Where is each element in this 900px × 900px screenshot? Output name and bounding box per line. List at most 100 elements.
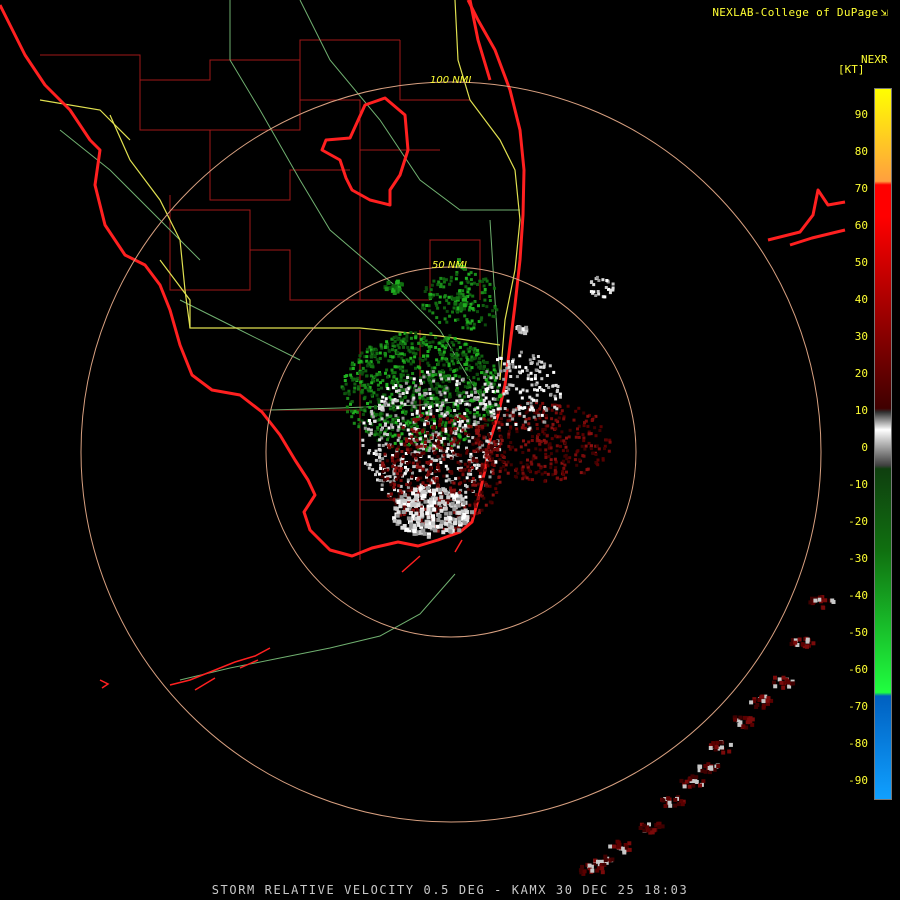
echo-pixel	[490, 463, 494, 467]
echo-pixel	[475, 362, 479, 366]
echo-pixel	[449, 431, 453, 435]
echo-pixel	[554, 466, 558, 470]
echo-pixel	[406, 428, 410, 432]
echo-pixel	[423, 423, 427, 427]
echo-pixel	[463, 314, 467, 318]
echo-pixel	[471, 456, 475, 460]
echo-pixel	[468, 411, 472, 415]
echo-pixel	[487, 400, 491, 404]
echo-pixel	[553, 394, 557, 398]
echo-pixel	[668, 803, 673, 808]
echo-pixel	[375, 393, 379, 397]
echo-pixel	[363, 405, 367, 409]
echo-pixel	[596, 859, 600, 864]
echo-pixel	[426, 431, 430, 435]
echo-pixel	[427, 439, 431, 443]
echo-pixel	[446, 501, 450, 505]
echo-pixel	[527, 440, 531, 444]
echo-pixel	[558, 395, 562, 399]
echo-pixel	[582, 869, 587, 874]
echo-pixel	[426, 354, 430, 358]
echo-pixel	[420, 522, 425, 527]
echo-pixel	[389, 359, 393, 363]
echo-pixel	[426, 361, 430, 365]
echo-pixel	[455, 383, 459, 387]
echo-pixel	[399, 473, 403, 477]
echo-pixel	[458, 400, 462, 404]
echo-pixel	[401, 455, 405, 459]
echo-pixel	[468, 503, 472, 507]
echo-pixel	[599, 425, 603, 429]
echo-pixel	[642, 828, 647, 833]
echo-pixel	[359, 408, 363, 412]
echo-pixel	[369, 389, 373, 393]
echo-pixel	[466, 326, 470, 330]
echo-pixel	[415, 409, 419, 413]
echo-pixel	[378, 403, 381, 407]
echo-pixel	[583, 447, 587, 451]
echo-pixel	[461, 415, 465, 419]
echo-pixel	[418, 392, 422, 396]
echo-pixel	[438, 350, 442, 354]
echo-pixel	[496, 358, 499, 362]
echo-pixel	[419, 508, 424, 513]
echo-pixel	[495, 447, 499, 451]
echo-pixel	[537, 413, 541, 417]
echo-pixel	[357, 418, 361, 422]
echo-pixel	[409, 331, 413, 334]
echo-pixel	[596, 458, 600, 462]
echo-pixel	[544, 414, 548, 418]
echo-pixel	[521, 465, 525, 469]
echo-pixel	[741, 724, 746, 729]
echo-pixel	[468, 479, 472, 482]
echo-pixel	[412, 381, 416, 385]
echo-pixel	[376, 426, 380, 430]
echo-pixel	[466, 419, 470, 423]
echo-pixel	[491, 493, 495, 497]
echo-pixel	[401, 416, 405, 420]
echo-pixel	[466, 376, 470, 379]
echo-pixel	[429, 412, 433, 416]
echo-pixel	[426, 350, 430, 353]
echo-pixel	[404, 465, 407, 469]
echo-pixel	[455, 272, 459, 276]
echo-pixel	[396, 438, 400, 442]
echo-pixel	[396, 380, 400, 384]
echo-pixel	[378, 459, 382, 463]
echo-pixel	[451, 377, 455, 381]
echo-pixel	[369, 400, 372, 404]
echo-pixel	[463, 423, 467, 427]
echo-pixel	[392, 486, 396, 490]
echo-pixel	[344, 382, 348, 386]
echo-pixel	[429, 460, 433, 464]
echo-pixel	[383, 346, 387, 349]
echo-pixel	[559, 478, 563, 482]
scale-tick-label: -40	[848, 589, 868, 602]
echo-pixel	[449, 353, 453, 357]
echo-pixel	[474, 441, 478, 445]
echo-pixel	[497, 475, 501, 479]
echo-pixel	[380, 483, 384, 487]
echo-pixel	[365, 364, 369, 368]
echo-pixel	[434, 373, 438, 377]
echo-pixel	[750, 722, 755, 727]
echo-pixel	[459, 481, 463, 485]
echo-pixel	[470, 393, 473, 397]
echo-pixel	[422, 451, 426, 455]
scale-tick-label: -20	[848, 515, 868, 528]
echo-pixel	[603, 447, 606, 451]
echo-pixel	[448, 392, 452, 396]
echo-pixel	[520, 396, 524, 400]
echo-pixel	[436, 306, 440, 310]
echo-pixel	[538, 448, 542, 452]
echo-pixel	[476, 283, 479, 286]
echo-pixel	[465, 391, 469, 395]
echo-pixel	[511, 365, 515, 369]
echo-pixel	[462, 350, 466, 354]
echo-pixel	[457, 382, 461, 386]
echo-pixel	[495, 482, 499, 486]
scale-tick-label: 20	[854, 367, 868, 380]
echo-pixel	[545, 434, 549, 438]
echo-pixel	[480, 465, 484, 469]
echo-pixel	[484, 503, 488, 507]
